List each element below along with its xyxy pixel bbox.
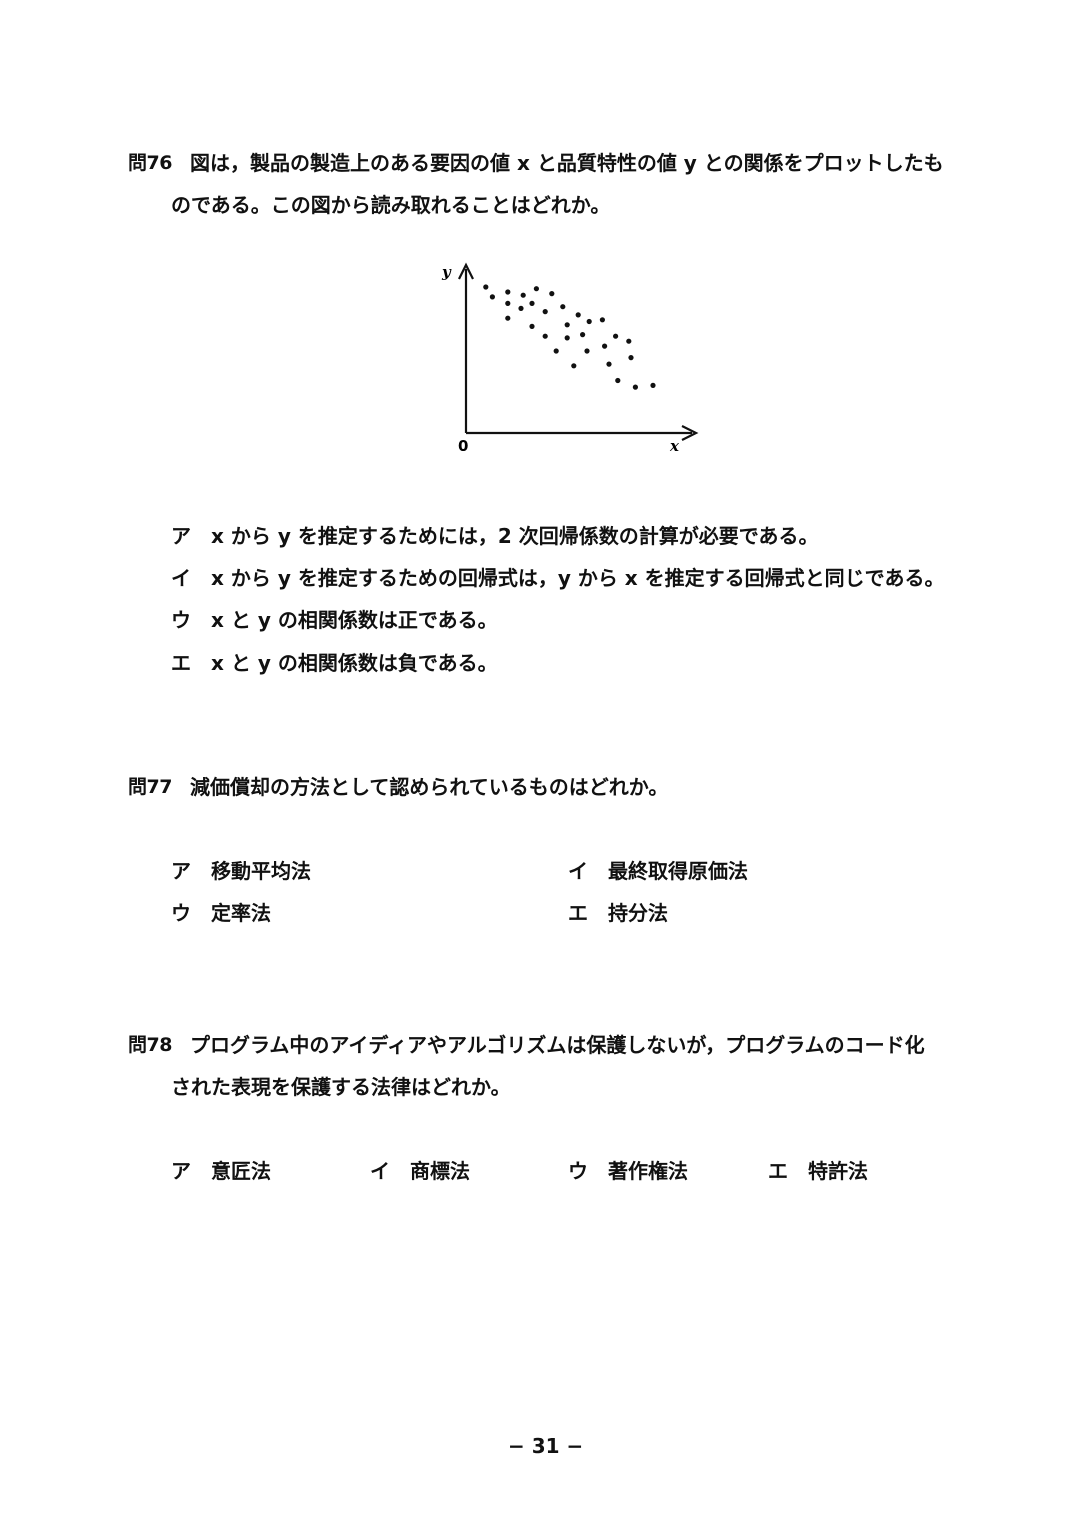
q77-option-u[interactable]: ウ定率法	[171, 897, 271, 926]
q78-option-i[interactable]: イ商標法	[370, 1155, 470, 1184]
option-label: ウ	[171, 901, 191, 925]
q77-option-i[interactable]: イ最終取得原価法	[568, 855, 748, 884]
option-text: x から y を推定するための回帰式は，y から x を推定する回帰式と同じであ…	[211, 566, 945, 590]
q78-option-a[interactable]: ア意匠法	[171, 1155, 271, 1184]
q78-option-u[interactable]: ウ著作権法	[568, 1155, 688, 1184]
option-text: x から y を推定するためには，2 次回帰係数の計算が必要である。	[211, 524, 819, 548]
q78-text-line1: プログラム中のアイディアやアルゴリズムは保護しないが，プログラムのコード化	[190, 1033, 925, 1057]
scatter-point	[549, 291, 555, 297]
option-text: 意匠法	[211, 1159, 271, 1183]
q76-option-e[interactable]: エ x と y の相関係数は負である。	[171, 647, 498, 676]
q77-option-e[interactable]: エ持分法	[568, 897, 668, 926]
scatter-point	[564, 322, 570, 328]
scatter-point	[518, 305, 524, 311]
scatter-point	[580, 332, 586, 338]
option-text: 最終取得原価法	[608, 859, 748, 883]
option-text: 著作権法	[608, 1159, 688, 1183]
scatter-point	[542, 333, 548, 339]
option-text: 商標法	[410, 1159, 470, 1183]
option-label: ウ	[568, 1159, 588, 1183]
scatter-point	[650, 382, 656, 388]
scatter-point	[533, 286, 539, 292]
scatter-point	[613, 333, 619, 339]
option-label: イ	[370, 1159, 390, 1183]
page-number: − 31 −	[508, 1434, 584, 1458]
scatter-point	[628, 355, 634, 361]
option-label: エ	[568, 901, 588, 925]
option-text: 持分法	[608, 901, 668, 925]
option-text: 特許法	[808, 1159, 868, 1183]
scatter-point	[520, 292, 526, 298]
q77-number: 問77	[128, 776, 172, 798]
q78-number: 問78	[128, 1034, 172, 1056]
x-axis-label: x	[669, 437, 680, 455]
scatter-points	[483, 284, 656, 390]
scatter-chart: y x 0	[441, 262, 699, 455]
q78-text-line2: された表現を保護する法律はどれか。	[171, 1075, 511, 1099]
q77-text: 減価償却の方法として認められているものはどれか。	[190, 775, 669, 799]
scatter-point	[505, 300, 511, 306]
scatter-point	[575, 312, 581, 318]
scatter-point	[606, 361, 612, 367]
scatter-point	[564, 335, 570, 341]
q78-option-e[interactable]: エ特許法	[768, 1155, 868, 1184]
scatter-point	[599, 317, 605, 323]
scatter-point	[505, 315, 511, 321]
scatter-point	[560, 304, 566, 310]
q76-text-line2: のである。この図から読み取れることはどれか。	[171, 193, 611, 217]
option-label: ウ	[171, 608, 191, 632]
option-label: ア	[171, 524, 191, 548]
scatter-point	[505, 289, 511, 295]
scatter-point	[632, 384, 638, 390]
option-text: 定率法	[211, 901, 271, 925]
q76-number: 問76	[128, 152, 172, 174]
q77-option-a[interactable]: ア移動平均法	[171, 855, 311, 884]
scatter-point	[571, 363, 577, 369]
scatter-point	[615, 377, 621, 384]
scatter-point	[489, 294, 495, 300]
option-label: エ	[171, 651, 191, 675]
option-label: エ	[768, 1159, 788, 1183]
option-label: イ	[568, 859, 588, 883]
option-label: ア	[171, 859, 191, 883]
scatter-point	[529, 300, 535, 306]
q76-text-line1: 図は，製品の製造上のある要因の値 x と品質特性の値 y との関係をプロットした…	[190, 151, 944, 175]
scatter-point	[626, 338, 632, 344]
scatter-point	[483, 284, 489, 290]
option-label: ア	[171, 1159, 191, 1183]
scatter-point	[602, 343, 608, 349]
scatter-point	[553, 348, 559, 354]
scatter-point	[542, 309, 548, 315]
scatter-point	[586, 318, 592, 325]
q76-option-a[interactable]: ア x から y を推定するためには，2 次回帰係数の計算が必要である。	[171, 520, 819, 549]
q76-option-u[interactable]: ウ x と y の相関係数は正である。	[171, 604, 498, 633]
option-text: x と y の相関係数は負である。	[211, 651, 498, 675]
y-axis-label: y	[441, 263, 452, 281]
option-text: x と y の相関係数は正である。	[211, 608, 498, 632]
option-text: 移動平均法	[211, 859, 311, 883]
scatter-point	[529, 323, 535, 329]
q76-option-i[interactable]: イ x から y を推定するための回帰式は，y から x を推定する回帰式と同じで…	[171, 562, 944, 591]
option-label: イ	[171, 566, 191, 590]
origin-label: 0	[458, 437, 468, 455]
scatter-point	[584, 348, 590, 354]
